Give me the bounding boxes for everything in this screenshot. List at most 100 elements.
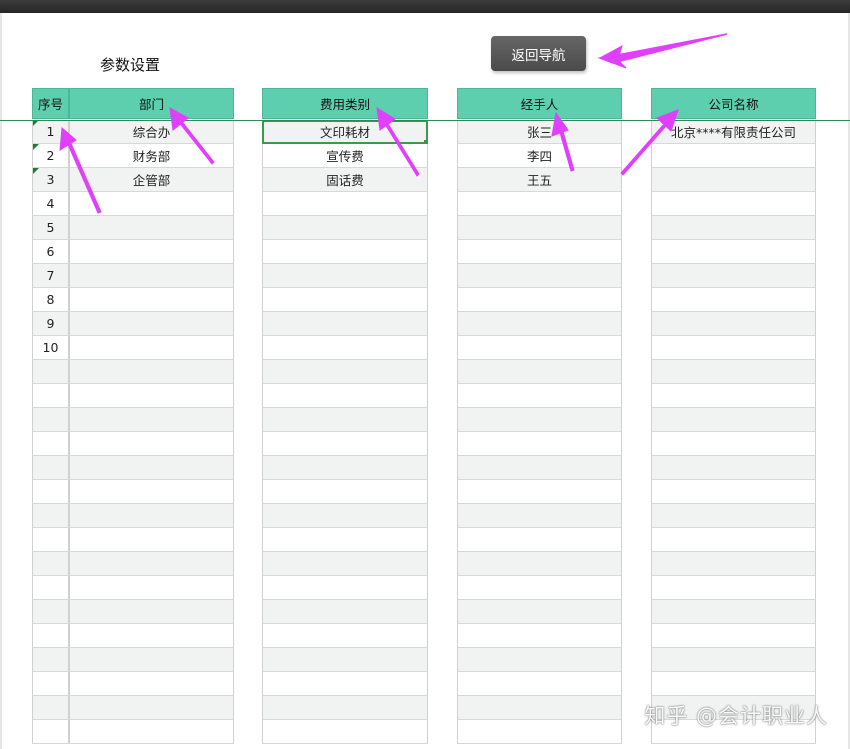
dept-cell[interactable] (69, 672, 234, 696)
seq-cell[interactable] (32, 384, 69, 408)
handler-header[interactable]: 经手人 (457, 88, 622, 119)
fee-cell[interactable] (262, 648, 428, 672)
dept-cell[interactable] (69, 192, 234, 216)
company-cell[interactable] (651, 456, 816, 480)
dept-cell[interactable] (69, 696, 234, 720)
handler-cell[interactable] (457, 552, 622, 576)
seq-cell[interactable] (32, 480, 69, 504)
company-cell[interactable] (651, 552, 816, 576)
fee-cell[interactable] (262, 696, 428, 720)
handler-cell[interactable] (457, 648, 622, 672)
seq-cell[interactable] (32, 720, 69, 744)
company-cell[interactable] (651, 168, 816, 192)
fee-cell[interactable] (262, 216, 428, 240)
fee-cell[interactable] (262, 336, 428, 360)
company-cell[interactable] (651, 408, 816, 432)
seq-cell[interactable] (32, 600, 69, 624)
seq-cell[interactable]: 3 (32, 168, 69, 192)
fee-cell[interactable] (262, 552, 428, 576)
dept-cell[interactable] (69, 720, 234, 744)
seq-cell[interactable] (32, 672, 69, 696)
company-cell[interactable] (651, 192, 816, 216)
fee-cell[interactable] (262, 288, 428, 312)
dept-cell[interactable] (69, 624, 234, 648)
seq-cell[interactable] (32, 624, 69, 648)
company-cell[interactable] (651, 144, 816, 168)
seq-cell[interactable] (32, 456, 69, 480)
seq-cell[interactable] (32, 432, 69, 456)
company-cell[interactable] (651, 672, 816, 696)
seq-cell[interactable] (32, 360, 69, 384)
handler-cell[interactable] (457, 600, 622, 624)
seq-cell[interactable]: 7 (32, 264, 69, 288)
dept-cell[interactable] (69, 216, 234, 240)
handler-cell[interactable] (457, 216, 622, 240)
handler-cell[interactable]: 李四 (457, 144, 622, 168)
handler-cell[interactable] (457, 504, 622, 528)
company-cell[interactable] (651, 624, 816, 648)
handler-cell[interactable] (457, 240, 622, 264)
seq-cell[interactable] (32, 648, 69, 672)
fee-cell[interactable] (262, 480, 428, 504)
fee-cell[interactable] (262, 672, 428, 696)
dept-cell[interactable] (69, 312, 234, 336)
company-cell[interactable] (651, 504, 816, 528)
fee-cell[interactable] (262, 624, 428, 648)
fee-cell[interactable] (262, 360, 428, 384)
company-cell[interactable] (651, 312, 816, 336)
dept-cell[interactable]: 综合办 (69, 120, 234, 144)
company-cell[interactable] (651, 216, 816, 240)
dept-cell[interactable] (69, 456, 234, 480)
fee-cell[interactable] (262, 312, 428, 336)
handler-cell[interactable] (457, 336, 622, 360)
seq-cell[interactable]: 6 (32, 240, 69, 264)
dept-cell[interactable] (69, 408, 234, 432)
seq-cell[interactable]: 9 (32, 312, 69, 336)
fee-cell[interactable] (262, 720, 428, 744)
dept-cell[interactable] (69, 480, 234, 504)
handler-cell[interactable] (457, 528, 622, 552)
fee-cell[interactable]: 宣传费 (262, 144, 428, 168)
company-cell[interactable] (651, 240, 816, 264)
fee-cell[interactable]: 文印耗材 (262, 120, 428, 144)
fee-cell[interactable] (262, 408, 428, 432)
company-cell[interactable] (651, 336, 816, 360)
dept-cell[interactable]: 财务部 (69, 144, 234, 168)
company-cell[interactable] (651, 288, 816, 312)
handler-cell[interactable] (457, 432, 622, 456)
fee-cell[interactable] (262, 240, 428, 264)
fee-cell[interactable] (262, 504, 428, 528)
seq-header[interactable]: 序号 (32, 88, 69, 119)
company-cell[interactable] (651, 360, 816, 384)
company-cell[interactable] (651, 600, 816, 624)
dept-cell[interactable] (69, 288, 234, 312)
dept-cell[interactable] (69, 600, 234, 624)
dept-cell[interactable] (69, 264, 234, 288)
dept-cell[interactable] (69, 336, 234, 360)
company-cell[interactable] (651, 576, 816, 600)
seq-cell[interactable]: 1 (32, 120, 69, 144)
seq-cell[interactable]: 10 (32, 336, 69, 360)
fee-cell[interactable] (262, 264, 428, 288)
company-cell[interactable] (651, 480, 816, 504)
dept-cell[interactable] (69, 528, 234, 552)
seq-cell[interactable] (32, 552, 69, 576)
dept-cell[interactable] (69, 240, 234, 264)
dept-cell[interactable] (69, 576, 234, 600)
fee-cell[interactable] (262, 576, 428, 600)
handler-cell[interactable] (457, 384, 622, 408)
seq-cell[interactable] (32, 696, 69, 720)
company-cell[interactable] (651, 648, 816, 672)
handler-cell[interactable] (457, 696, 622, 720)
handler-cell[interactable] (457, 288, 622, 312)
dept-cell[interactable] (69, 552, 234, 576)
handler-cell[interactable] (457, 624, 622, 648)
fee-cell[interactable] (262, 432, 428, 456)
seq-cell[interactable] (32, 408, 69, 432)
handler-cell[interactable] (457, 456, 622, 480)
dept-cell[interactable] (69, 360, 234, 384)
company-cell[interactable] (651, 384, 816, 408)
handler-cell[interactable] (457, 480, 622, 504)
dept-cell[interactable] (69, 384, 234, 408)
fee-cell[interactable] (262, 456, 428, 480)
